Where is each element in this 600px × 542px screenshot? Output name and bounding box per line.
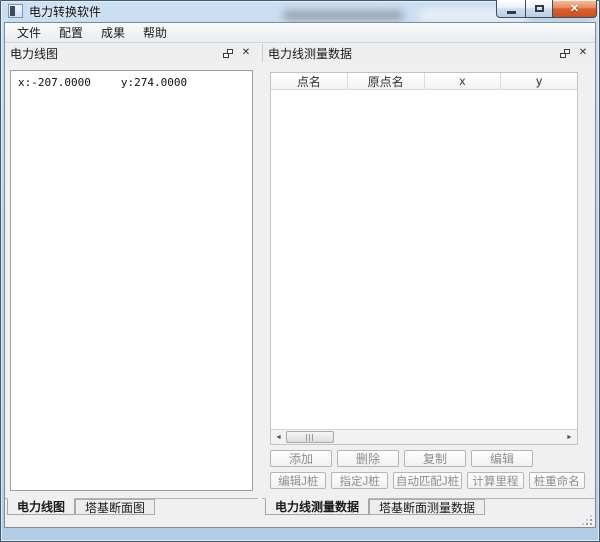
column-header-y[interactable]: y [501,73,577,89]
menu-results[interactable]: 成果 [92,22,134,43]
measurement-table: 点名 原点名 x y ◄ ► [270,72,578,445]
menu-help[interactable]: 帮助 [134,22,176,43]
caption-buttons: ✕ [496,0,597,18]
delete-button[interactable]: 删除 [337,450,399,467]
add-button[interactable]: 添加 [270,450,332,467]
dock-float-button[interactable] [221,47,235,60]
dock-header-powerline-diagram[interactable]: 电力线图 ✕ [5,44,258,62]
column-header-original-point-name[interactable]: 原点名 [348,73,425,89]
copy-button[interactable]: 复制 [404,450,466,467]
close-button[interactable]: ✕ [552,0,597,18]
pile-action-buttons: 编辑J桩 指定J桩 自动匹配J桩 计算里程 桩重命名 [270,472,585,489]
dock-close-button[interactable]: ✕ [239,47,253,60]
close-icon: ✕ [569,3,580,15]
app-icon[interactable] [8,4,23,18]
column-header-x[interactable]: x [425,73,502,89]
minimize-icon [506,10,516,14]
float-window-icon [560,48,570,58]
window-body: 文件 配置 成果 帮助 电力线图 ✕ 电力线测量数据 ✕ x:-207.0000… [4,22,596,528]
dock-title: 电力线图 [10,46,59,61]
menu-config[interactable]: 配置 [50,22,92,43]
coordinate-y: y:274.0000 [120,76,188,89]
dock-float-button[interactable] [558,47,572,60]
auto-match-j-pile-button[interactable]: 自动匹配J桩 [392,472,463,489]
tab-tower-base-section-diagram[interactable]: 塔基断面图 [75,499,156,515]
close-icon: ✕ [241,47,251,58]
calc-mileage-button[interactable]: 计算里程 [467,472,524,489]
edit-j-pile-button[interactable]: 编辑J桩 [270,472,327,489]
window-title: 电力转换软件 [29,4,102,19]
tab-powerline-diagram[interactable]: 电力线图 [7,498,76,515]
table-header-row: 点名 原点名 x y [271,73,577,90]
rename-pile-button[interactable]: 桩重命名 [528,472,585,489]
coordinate-x: x:-207.0000 [18,76,91,89]
right-dock-tab-bar: 电力线测量数据 塔基断面测量数据 [262,498,595,517]
left-dock-tab-bar: 电力线图 塔基断面图 [5,498,258,517]
menu-bar: 文件 配置 成果 帮助 [5,23,595,43]
minimize-button[interactable] [496,0,525,18]
table-action-buttons: 添加 删除 复制 编辑 [270,450,533,467]
assign-j-pile-button[interactable]: 指定J桩 [331,472,388,489]
float-window-icon [223,48,233,58]
close-icon: ✕ [578,47,588,58]
maximize-icon [534,5,544,12]
dock-close-button[interactable]: ✕ [576,47,590,60]
resize-grip[interactable] [582,515,592,525]
menu-file[interactable]: 文件 [8,22,50,43]
cursor-coordinates: x:-207.0000 y:274.0000 [18,76,245,89]
scrollbar-thumb[interactable] [286,431,334,443]
table-body-empty[interactable] [271,90,577,429]
horizontal-scrollbar[interactable]: ◄ ► [271,429,577,444]
scroll-right-arrow-icon[interactable]: ► [562,430,577,444]
column-header-point-name[interactable]: 点名 [271,73,348,89]
scroll-left-arrow-icon[interactable]: ◄ [271,430,286,444]
edit-button[interactable]: 编辑 [471,450,533,467]
dock-title: 电力线测量数据 [268,46,353,61]
maximize-button[interactable] [525,0,552,18]
powerline-drawing-canvas[interactable]: x:-207.0000 y:274.0000 [10,70,253,491]
tab-tower-base-section-measurement-data[interactable]: 塔基断面测量数据 [369,499,486,515]
tab-powerline-measurement-data[interactable]: 电力线测量数据 [265,498,370,515]
dock-header-measurement-data[interactable]: 电力线测量数据 ✕ [262,44,595,62]
